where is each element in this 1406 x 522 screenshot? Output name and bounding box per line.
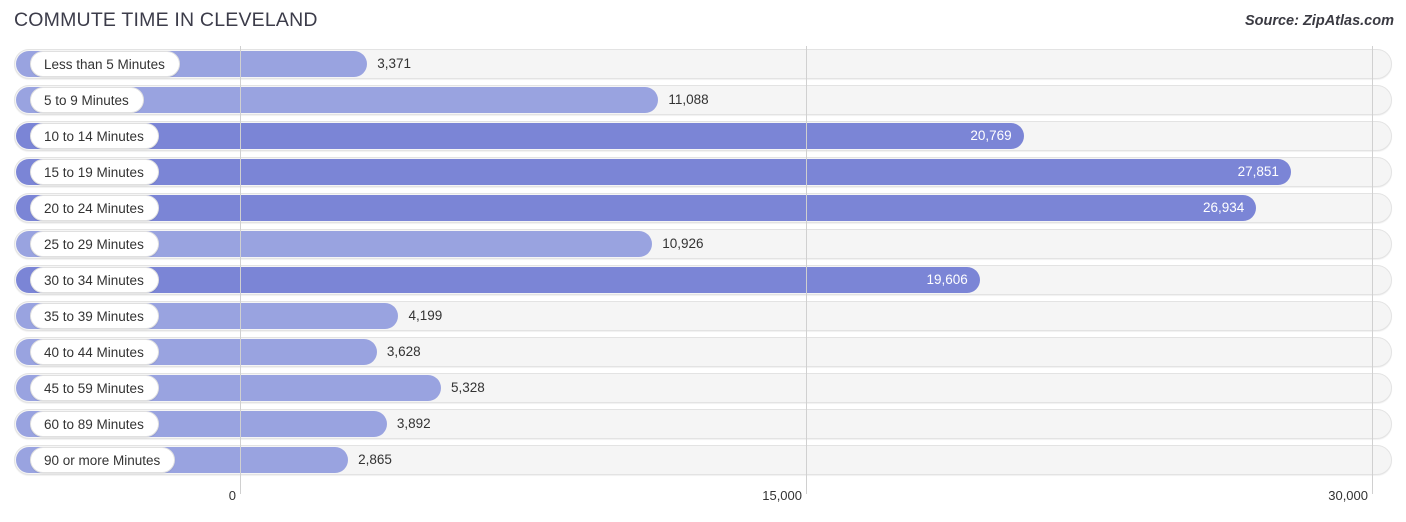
x-tick-mark (1372, 482, 1373, 494)
category-label: 5 to 9 Minutes (30, 87, 144, 113)
category-label: 20 to 24 Minutes (30, 195, 159, 221)
category-label: Less than 5 Minutes (30, 51, 180, 77)
bar-rows: 3,371 Less than 5 Minutes 11,088 5 to 9 Min… (0, 46, 1406, 478)
bar-value-label: 3,892 (396, 416, 431, 431)
category-label: 10 to 14 Minutes (30, 123, 159, 149)
bar-row[interactable]: 19,606 30 to 34 Minutes (0, 262, 1406, 298)
bar-row[interactable]: 27,851 15 to 19 Minutes (0, 154, 1406, 190)
bar[interactable]: 20,769 (16, 123, 1024, 149)
x-tick-label: 0 (228, 488, 236, 503)
bar-row[interactable]: 20,769 10 to 14 Minutes (0, 118, 1406, 154)
category-label: 15 to 19 Minutes (30, 159, 159, 185)
bar-value-label: 19,606 (926, 272, 968, 287)
x-axis: 0 15,000 30,000 (0, 482, 1406, 522)
category-label: 90 or more Minutes (30, 447, 176, 473)
chart-header: COMMUTE TIME IN CLEVELAND Source: ZipAtl… (0, 0, 1406, 44)
category-label: 25 to 29 Minutes (30, 231, 159, 257)
bar-row[interactable]: 11,088 5 to 9 Minutes (0, 82, 1406, 118)
x-tick-mark (806, 482, 807, 494)
bar-value-label: 10,926 (662, 236, 704, 251)
category-label: 30 to 34 Minutes (30, 267, 159, 293)
bar[interactable]: 27,851 (16, 159, 1291, 185)
bar-value-label: 27,851 (1237, 164, 1279, 179)
bar-row[interactable]: 2,865 90 or more Minutes (0, 442, 1406, 478)
bar-row[interactable]: 5,328 45 to 59 Minutes (0, 370, 1406, 406)
source-attribution: Source: ZipAtlas.com (1244, 13, 1394, 29)
bar-value-label: 26,934 (1203, 200, 1245, 215)
bar-value-label: 20,769 (970, 128, 1012, 143)
page-title: COMMUTE TIME IN CLEVELAND (14, 9, 318, 31)
bar-value-label: 3,628 (386, 344, 421, 359)
bar-row[interactable]: 3,371 Less than 5 Minutes (0, 46, 1406, 82)
plot-area: 3,371 Less than 5 Minutes 11,088 5 to 9 Min… (0, 46, 1406, 482)
bar-value-label: 3,371 (377, 56, 411, 71)
bar-value-label: 4,199 (408, 308, 443, 323)
category-label: 40 to 44 Minutes (30, 339, 159, 365)
x-tick-label: 15,000 (762, 488, 802, 503)
bar-value-label: 5,328 (451, 380, 485, 395)
x-tick-label: 30,000 (1328, 488, 1368, 503)
bar-row[interactable]: 3,892 60 to 89 Minutes (0, 406, 1406, 442)
chart-page: COMMUTE TIME IN CLEVELAND Source: ZipAtl… (0, 0, 1406, 522)
bar-row[interactable]: 10,926 25 to 29 Minutes (0, 226, 1406, 262)
bar[interactable]: 26,934 (16, 195, 1257, 221)
category-label: 60 to 89 Minutes (30, 411, 159, 437)
bar-row[interactable]: 4,199 35 to 39 Minutes (0, 298, 1406, 334)
bar[interactable]: 19,606 (16, 267, 980, 293)
bar-value-label: 11,088 (668, 92, 709, 107)
category-label: 45 to 59 Minutes (30, 375, 159, 401)
bar-row[interactable]: 26,934 20 to 24 Minutes (0, 190, 1406, 226)
bar-row[interactable]: 3,628 40 to 44 Minutes (0, 334, 1406, 370)
bar-value-label: 2,865 (358, 452, 392, 467)
category-label: 35 to 39 Minutes (30, 303, 159, 329)
x-tick-mark (240, 482, 241, 494)
